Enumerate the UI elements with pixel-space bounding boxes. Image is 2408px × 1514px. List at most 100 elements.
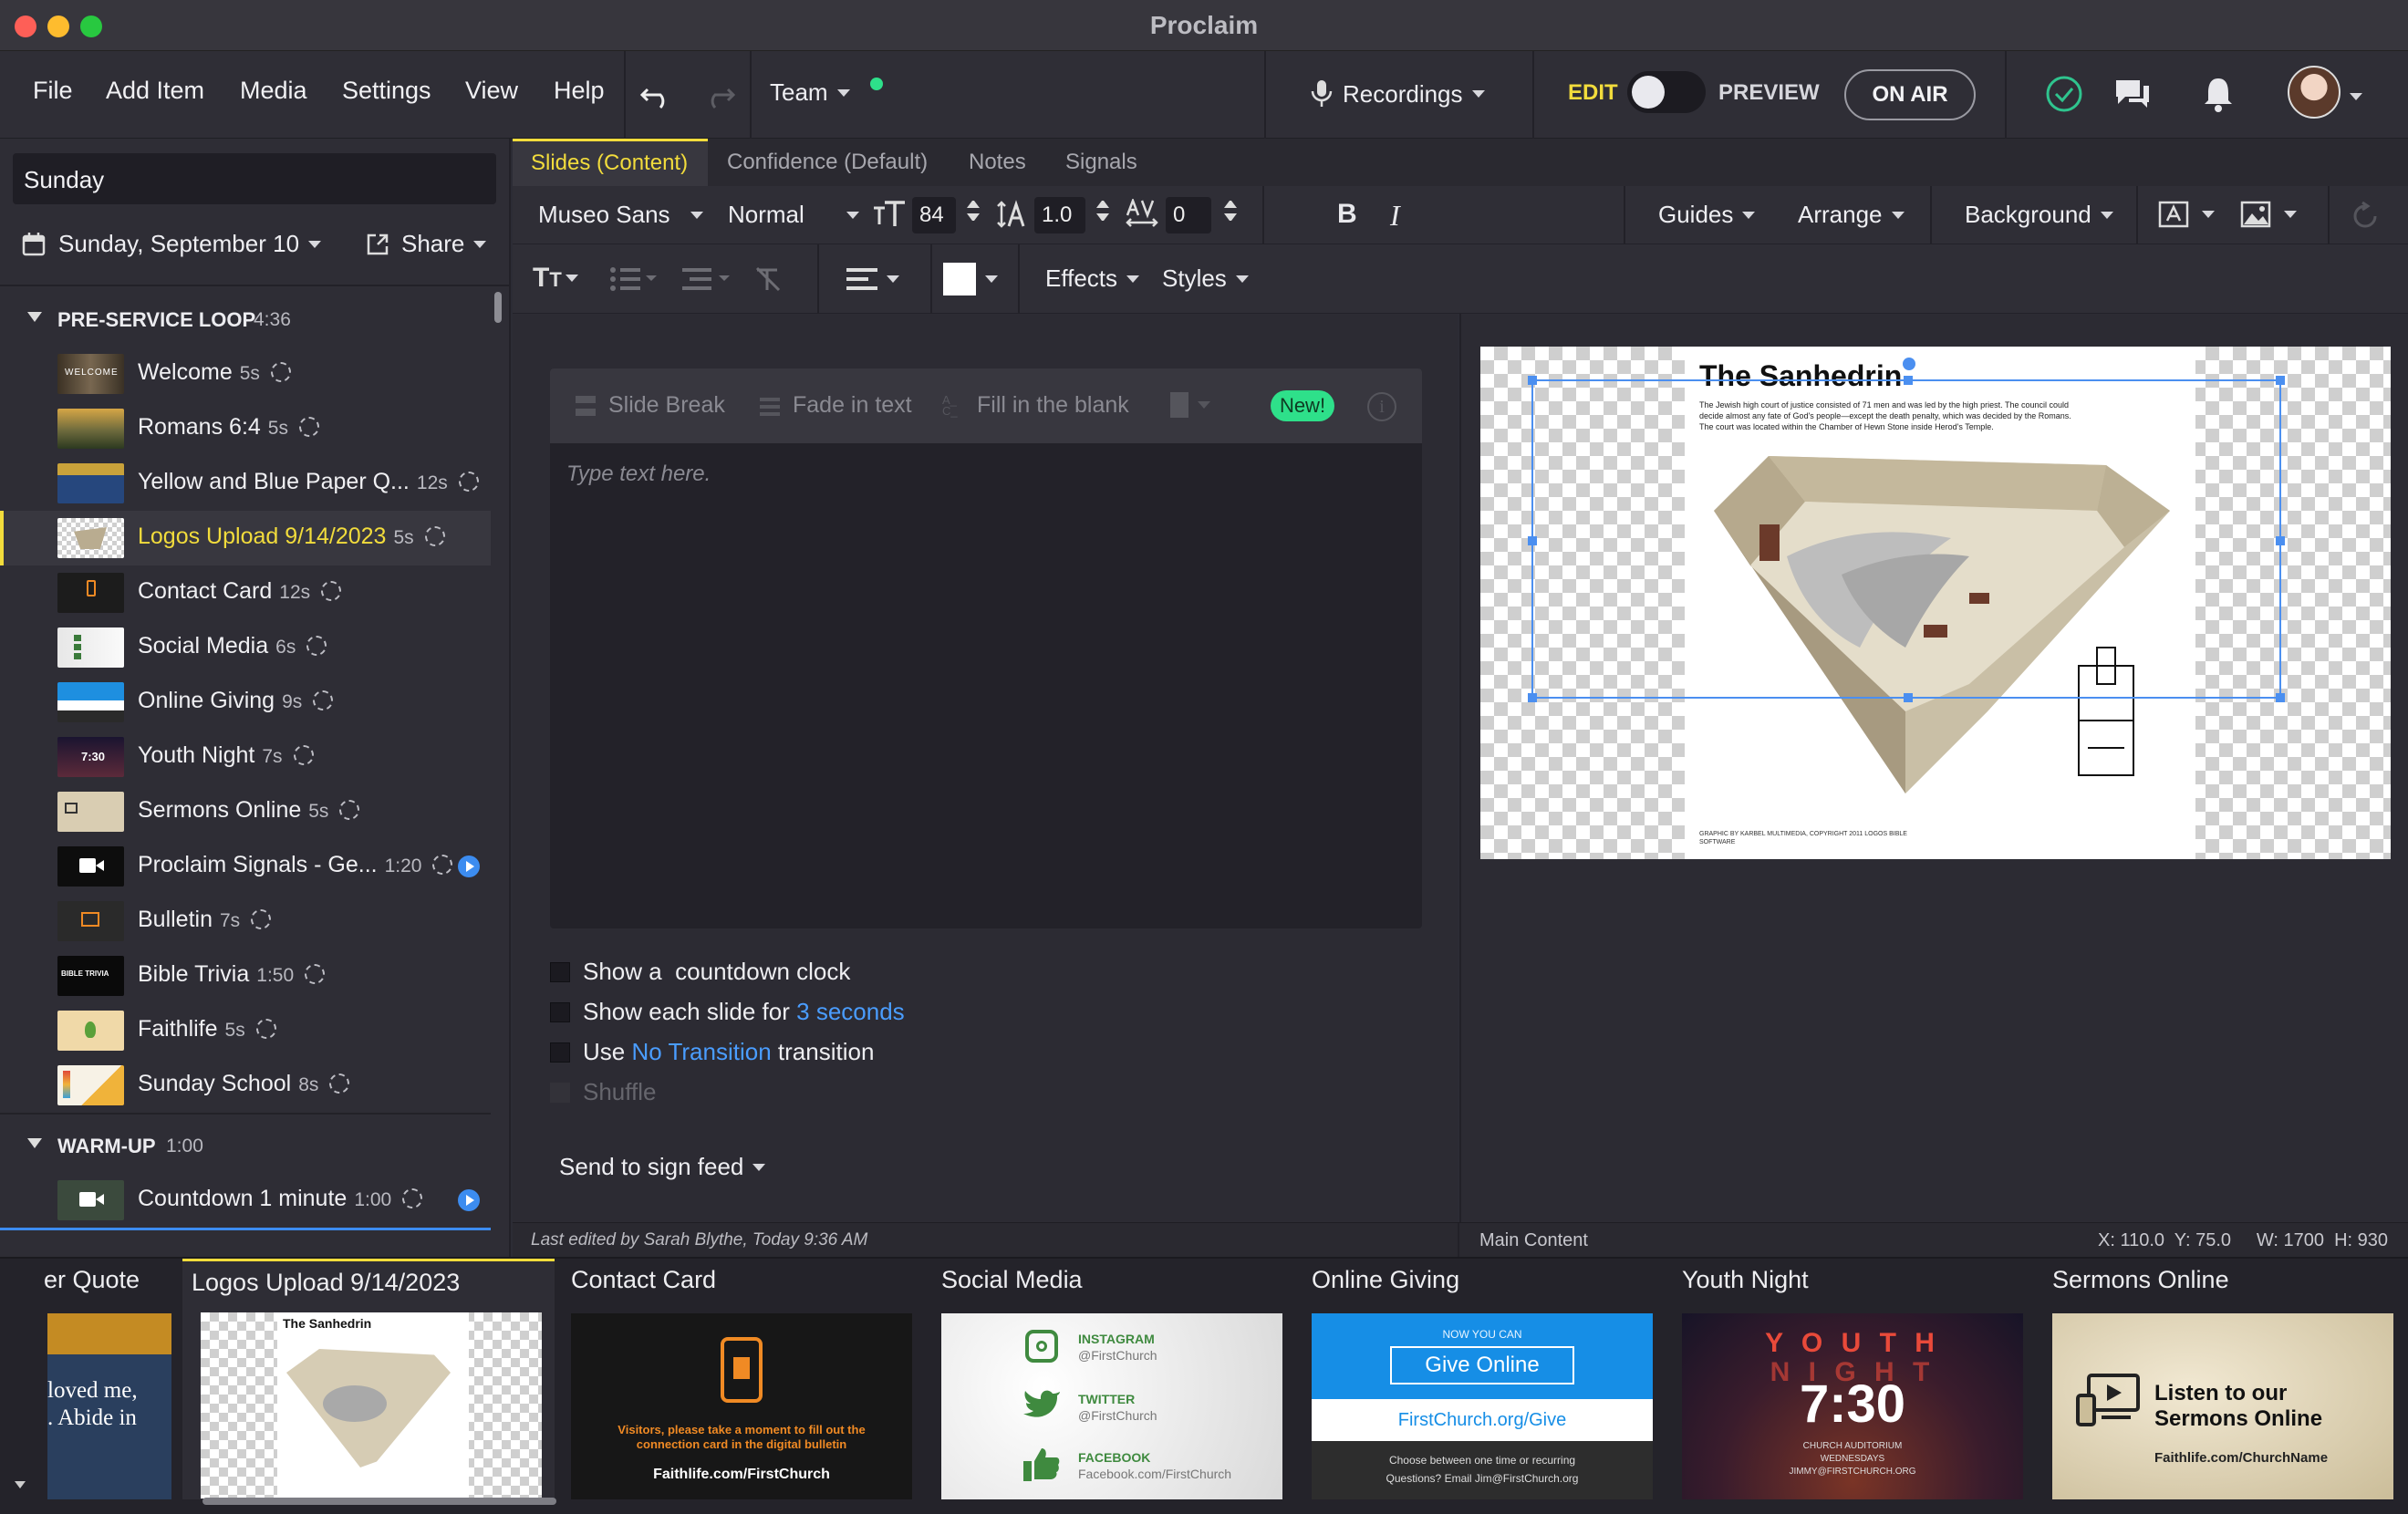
arrange-menu[interactable]: Arrange (1798, 201, 1905, 229)
strip-item-contact-card[interactable]: Contact Card Visitors, please take a mom… (562, 1266, 912, 1501)
service-item-youth-night[interactable]: 7:30 Youth Night 7s (0, 730, 491, 784)
slide-text-input[interactable]: Type text here. (566, 461, 711, 487)
tracking-stepper[interactable] (1224, 201, 1237, 228)
resize-handle[interactable] (1904, 376, 1913, 385)
transition-checkbox[interactable] (550, 1042, 570, 1063)
check-circle-icon[interactable] (2045, 75, 2083, 113)
recordings-menu[interactable]: Recordings (1310, 78, 1485, 109)
transition-option[interactable]: Use No Transition transition (550, 1038, 874, 1066)
service-item-online-giving[interactable]: Online Giving 9s (0, 675, 491, 730)
info-icon[interactable]: i (1367, 392, 1396, 421)
service-item-contact-card[interactable]: Contact Card 12s (0, 565, 491, 620)
tab-notes[interactable]: Notes (969, 150, 1026, 175)
styles-menu[interactable]: Styles (1162, 264, 1249, 293)
menu-file[interactable]: File (33, 77, 73, 105)
indent-list-icon[interactable] (682, 264, 733, 294)
section-header-warm-up[interactable]: WARM-UP 1:00 (0, 1122, 491, 1167)
rotate-handle[interactable] (1903, 358, 1915, 370)
service-item-proclaim-signals[interactable]: Proclaim Signals - Ge... 1:20 (0, 839, 491, 894)
edit-preview-toggle[interactable] (1627, 71, 1706, 113)
tracking-input[interactable]: 0 (1166, 197, 1211, 233)
font-family-select[interactable]: Museo Sans (538, 201, 703, 229)
bookmark-menu[interactable] (1170, 392, 1210, 418)
chevron-down-icon[interactable] (15, 1481, 26, 1488)
play-icon[interactable] (458, 856, 480, 877)
bell-icon[interactable] (2200, 75, 2237, 113)
slide-duration-checkbox[interactable] (550, 1002, 570, 1022)
line-height-input[interactable]: 1.0 (1034, 197, 1085, 233)
strip-item-online-giving[interactable]: Online Giving NOW YOU CAN Give Online Fi… (1303, 1266, 1653, 1501)
avatar[interactable] (2288, 66, 2341, 119)
tab-confidence[interactable]: Confidence (Default) (727, 150, 928, 175)
chevron-down-icon[interactable] (2350, 93, 2362, 100)
fill-in-blank-button[interactable]: A_ C_ Fill in the blank (942, 392, 1129, 419)
font-weight-select[interactable]: Normal (728, 201, 859, 229)
service-item-social-media[interactable]: Social Media 6s (0, 620, 491, 675)
date-picker[interactable]: Sunday, September 10 (22, 230, 322, 258)
resize-handle[interactable] (2276, 693, 2285, 702)
font-size-stepper[interactable] (967, 201, 980, 228)
service-item-sunday-school[interactable]: Sunday School 8s (0, 1058, 491, 1113)
countdown-checkbox[interactable] (550, 962, 570, 982)
service-item-romans[interactable]: Romans 6:4 5s (0, 401, 491, 456)
redo-icon[interactable] (701, 78, 737, 111)
tab-slides-content[interactable]: Slides (Content) (513, 139, 708, 186)
image-menu[interactable] (2240, 201, 2297, 228)
service-item-yellow-blue-paper[interactable]: Yellow and Blue Paper Q... 12s (0, 456, 491, 511)
menu-settings[interactable]: Settings (342, 77, 431, 105)
service-item-faithlife[interactable]: Faithlife 5s (0, 1003, 491, 1058)
countdown-option[interactable]: Show a countdown clock (550, 958, 850, 986)
scrollbar-thumb[interactable] (494, 292, 502, 323)
background-menu[interactable]: Background (1965, 201, 2113, 229)
text-box-menu[interactable] (2158, 201, 2215, 228)
effects-menu[interactable]: Effects (1045, 264, 1140, 293)
clear-format-icon[interactable] (753, 264, 783, 294)
tab-signals[interactable]: Signals (1065, 150, 1137, 175)
service-item-sermons-online[interactable]: Sermons Online 5s (0, 784, 491, 839)
slide-canvas[interactable]: The Sanhedrin The Jewish high court of j… (1480, 347, 2391, 859)
undo-icon[interactable] (638, 78, 675, 111)
play-icon[interactable] (458, 1189, 480, 1211)
resize-handle[interactable] (1528, 536, 1537, 545)
slide-break-button[interactable]: Slide Break (574, 392, 725, 419)
font-size-input[interactable]: 84 (912, 197, 956, 233)
fade-in-text-button[interactable]: Fade in text (758, 392, 912, 419)
strip-item-social-media[interactable]: Social Media INSTAGRAM @FirstChurch TWIT… (932, 1266, 1282, 1501)
service-item-logos-upload[interactable]: Logos Upload 9/14/2023 5s (0, 511, 491, 565)
line-height-stepper[interactable] (1096, 201, 1109, 228)
text-color-picker[interactable] (943, 263, 998, 296)
service-item-countdown[interactable]: Countdown 1 minute 1:00 (0, 1173, 491, 1228)
service-item-bulletin[interactable]: Bulletin 7s (0, 894, 491, 949)
bold-icon[interactable]: B (1337, 199, 1357, 230)
resize-handle[interactable] (2276, 536, 2285, 545)
strip-item-youth-night[interactable]: Youth Night Y O U T H N I G H T 7:30 CHU… (1673, 1266, 2023, 1501)
menu-view[interactable]: View (465, 77, 518, 105)
align-menu[interactable] (846, 266, 899, 292)
slide-duration-link[interactable]: 3 seconds (796, 998, 905, 1025)
share-menu[interactable]: Share (365, 230, 487, 258)
team-menu[interactable]: Team (770, 77, 883, 107)
service-item-welcome[interactable]: WELCOME Welcome 5s (0, 347, 491, 401)
menu-help[interactable]: Help (554, 77, 605, 105)
strip-item-sermons-online[interactable]: Sermons Online Listen to our Sermons Onl… (2043, 1266, 2393, 1501)
resize-handle[interactable] (1904, 693, 1913, 702)
shuffle-option[interactable]: Shuffle (550, 1078, 656, 1106)
selection-box[interactable] (1528, 358, 2285, 702)
resize-handle[interactable] (1528, 693, 1537, 702)
presentation-name-field[interactable]: Sunday (13, 153, 496, 204)
resize-handle[interactable] (1528, 376, 1537, 385)
service-item-bible-trivia[interactable]: BIBLE TRIVIA Bible Trivia 1:50 (0, 949, 491, 1003)
slide-duration-option[interactable]: Show each slide for 3 seconds (550, 998, 905, 1026)
send-to-sign-feed-menu[interactable]: Send to sign feed (559, 1153, 766, 1181)
shuffle-checkbox[interactable] (550, 1083, 570, 1103)
resize-handle[interactable] (2276, 376, 2285, 385)
section-header-pre-service-loop[interactable]: PRE-SERVICE LOOP 4:36 (0, 296, 491, 341)
strip-scrollbar[interactable] (202, 1498, 556, 1505)
strip-item-quote[interactable]: er Quote loved me, . Abide in (36, 1266, 182, 1501)
guides-menu[interactable]: Guides (1658, 201, 1756, 229)
transition-link[interactable]: No Transition (631, 1038, 771, 1065)
menu-media[interactable]: Media (240, 77, 307, 105)
text-transform-menu[interactable]: TT (533, 263, 578, 294)
on-air-button[interactable]: ON AIR (1844, 69, 1976, 120)
chat-icon[interactable] (2112, 75, 2153, 113)
